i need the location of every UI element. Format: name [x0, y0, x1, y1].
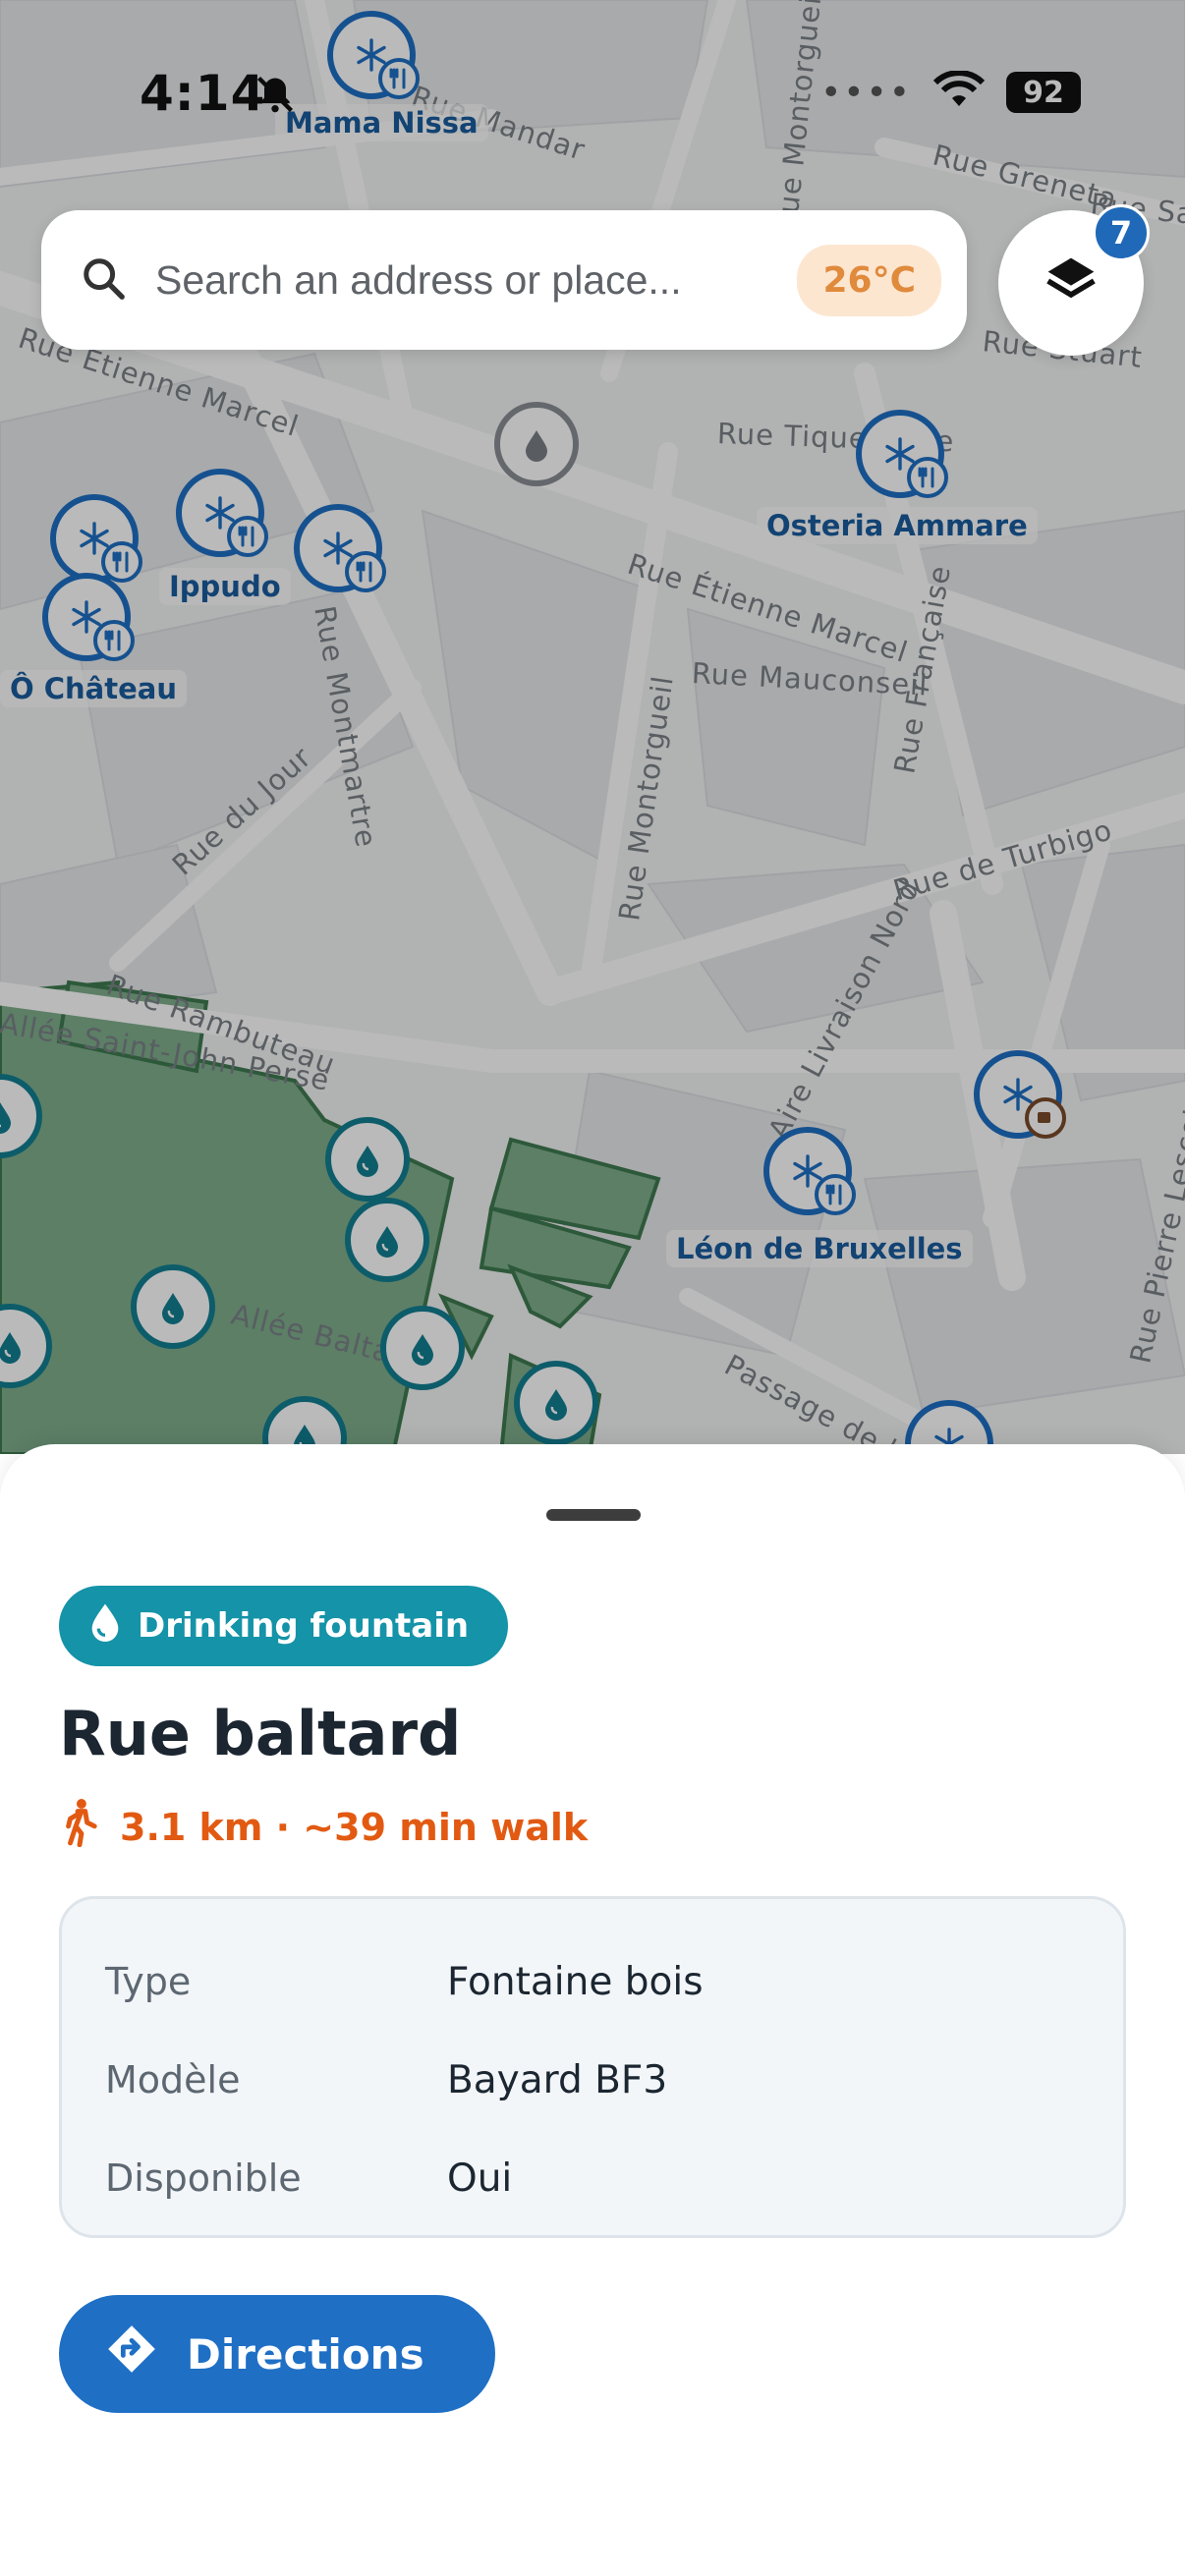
- place-label-mama-nissa[interactable]: Mama Nissa: [275, 104, 488, 141]
- restaurant-marker[interactable]: [50, 494, 142, 583]
- walking-person-icon: [61, 1798, 98, 1856]
- water-drop-icon: [88, 1602, 122, 1651]
- battery-icon: 92: [1006, 72, 1081, 113]
- layers-icon: [1044, 253, 1099, 312]
- place-detail-sheet: Drinking fountain Rue baltard 3.1 km · ~…: [0, 1444, 1185, 2576]
- place-label-osteria[interactable]: Osteria Ammare: [757, 507, 1038, 544]
- fountain-marker[interactable]: [345, 1198, 429, 1282]
- restaurant-marker-leon[interactable]: [763, 1127, 856, 1215]
- layers-button[interactable]: 7: [998, 204, 1150, 356]
- place-title: Rue baltard: [59, 1698, 462, 1769]
- details-card: Type Fontaine bois Modèle Bayard BF3 Dis…: [59, 1896, 1126, 2238]
- directions-icon: [106, 2324, 157, 2384]
- fountain-marker[interactable]: [514, 1361, 598, 1445]
- search-bar[interactable]: 26°C: [41, 210, 967, 350]
- directions-button[interactable]: Directions: [59, 2295, 495, 2413]
- search-input[interactable]: [155, 256, 798, 304]
- status-time: 4:14: [140, 65, 266, 122]
- layers-count-badge: 7: [1093, 204, 1150, 261]
- restaurant-marker-o-chateau[interactable]: [42, 573, 135, 661]
- temperature-chip: 26°C: [797, 244, 941, 316]
- fountain-marker[interactable]: [0, 1074, 42, 1158]
- status-icons: •••• 92: [820, 70, 1081, 114]
- detail-key: Type: [105, 1960, 192, 2003]
- map-view[interactable]: Rue Etienne Marcel Rue Étienne Marcel Ru…: [0, 0, 1185, 1454]
- directions-label: Directions: [187, 2329, 424, 2379]
- detail-row: Disponible Oui: [105, 2129, 1080, 2227]
- place-label-leon[interactable]: Léon de Bruxelles: [666, 1230, 973, 1267]
- fountain-marker[interactable]: [325, 1117, 410, 1202]
- place-label-ippudo[interactable]: Ippudo: [159, 568, 291, 605]
- place-label-o-chateau[interactable]: Ô Château: [0, 670, 187, 707]
- detail-key: Modèle: [105, 2058, 241, 2101]
- fountain-marker[interactable]: [131, 1264, 215, 1349]
- restaurant-marker[interactable]: [294, 504, 386, 592]
- restaurant-marker-mama-nissa[interactable]: [327, 11, 420, 99]
- selected-fountain-marker[interactable]: [494, 402, 579, 486]
- walk-distance-text: 3.1 km · ~39 min walk: [120, 1805, 589, 1849]
- fountain-marker[interactable]: [0, 1304, 52, 1388]
- walk-info: 3.1 km · ~39 min walk: [61, 1798, 588, 1856]
- restaurant-marker-ippudo[interactable]: [176, 469, 268, 557]
- sheet-drag-handle[interactable]: [546, 1509, 641, 1521]
- fountain-marker[interactable]: [380, 1306, 465, 1390]
- cafe-marker[interactable]: [974, 1050, 1066, 1139]
- detail-value: Bayard BF3: [447, 2057, 668, 2102]
- wifi-icon: [932, 70, 986, 114]
- category-chip: Drinking fountain: [59, 1586, 509, 1666]
- detail-value: Oui: [447, 2156, 513, 2201]
- detail-row: Modèle Bayard BF3: [105, 2031, 1080, 2129]
- silent-mode-icon: [254, 73, 297, 120]
- detail-row: Type Fontaine bois: [105, 1932, 1080, 2031]
- detail-key: Disponible: [105, 2156, 302, 2200]
- signal-icon: ••••: [820, 72, 912, 113]
- search-icon: [81, 255, 126, 305]
- restaurant-marker-osteria[interactable]: [856, 410, 948, 498]
- detail-value: Fontaine bois: [447, 1959, 704, 2004]
- category-label: Drinking fountain: [138, 1606, 470, 1646]
